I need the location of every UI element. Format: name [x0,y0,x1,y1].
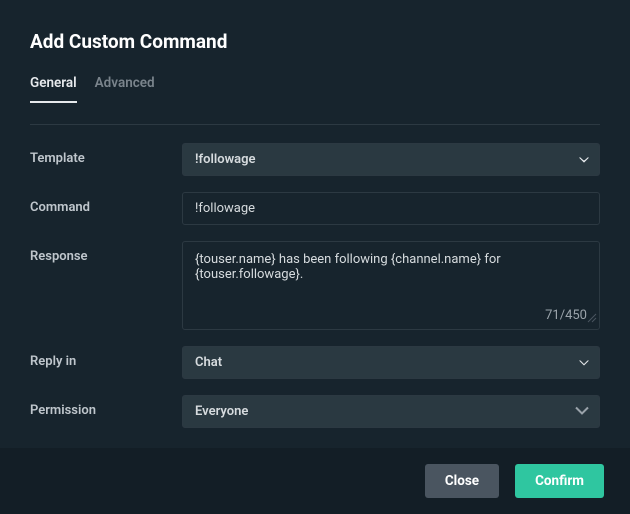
template-select-value: !followage [195,152,256,167]
reply-in-select[interactable]: Chat [182,346,600,379]
divider [30,124,600,125]
control-command [182,192,600,225]
close-button[interactable]: Close [425,464,499,498]
template-select[interactable]: !followage [182,143,600,176]
chevron-down-icon [579,355,589,370]
label-command: Command [30,192,182,215]
control-reply-in: Chat [182,346,600,379]
tabs: General Advanced [30,75,600,104]
chevron-down-icon [579,152,589,167]
label-permission: Permission [30,395,182,418]
row-response: Response 71/450 [30,241,600,330]
add-custom-command-modal: Add Custom Command General Advanced Temp… [0,0,630,514]
response-charcount: 71/450 [195,308,587,323]
row-reply-in: Reply in Chat [30,346,600,379]
control-template: !followage [182,143,600,176]
label-reply-in: Reply in [30,346,182,369]
modal-title: Add Custom Command [30,30,600,53]
tab-general[interactable]: General [30,75,77,103]
permission-select[interactable]: Everyone [182,395,600,428]
permission-select-value: Everyone [195,404,248,419]
modal-body: Add Custom Command General Advanced Temp… [0,0,630,448]
label-response: Response [30,241,182,264]
control-response: 71/450 [182,241,600,330]
command-input[interactable] [182,192,600,225]
label-template: Template [30,143,182,166]
control-permission: Everyone [182,395,600,428]
response-textarea-wrap: 71/450 [182,241,600,330]
chevron-down-icon [575,404,589,419]
confirm-button[interactable]: Confirm [515,464,604,498]
response-textarea[interactable] [195,252,587,300]
tab-advanced[interactable]: Advanced [95,75,155,103]
modal-footer: Close Confirm [0,448,630,514]
row-template: Template !followage [30,143,600,176]
row-command: Command [30,192,600,225]
resize-handle-icon[interactable] [587,308,597,327]
row-permission: Permission Everyone [30,395,600,428]
reply-in-select-value: Chat [195,355,222,370]
